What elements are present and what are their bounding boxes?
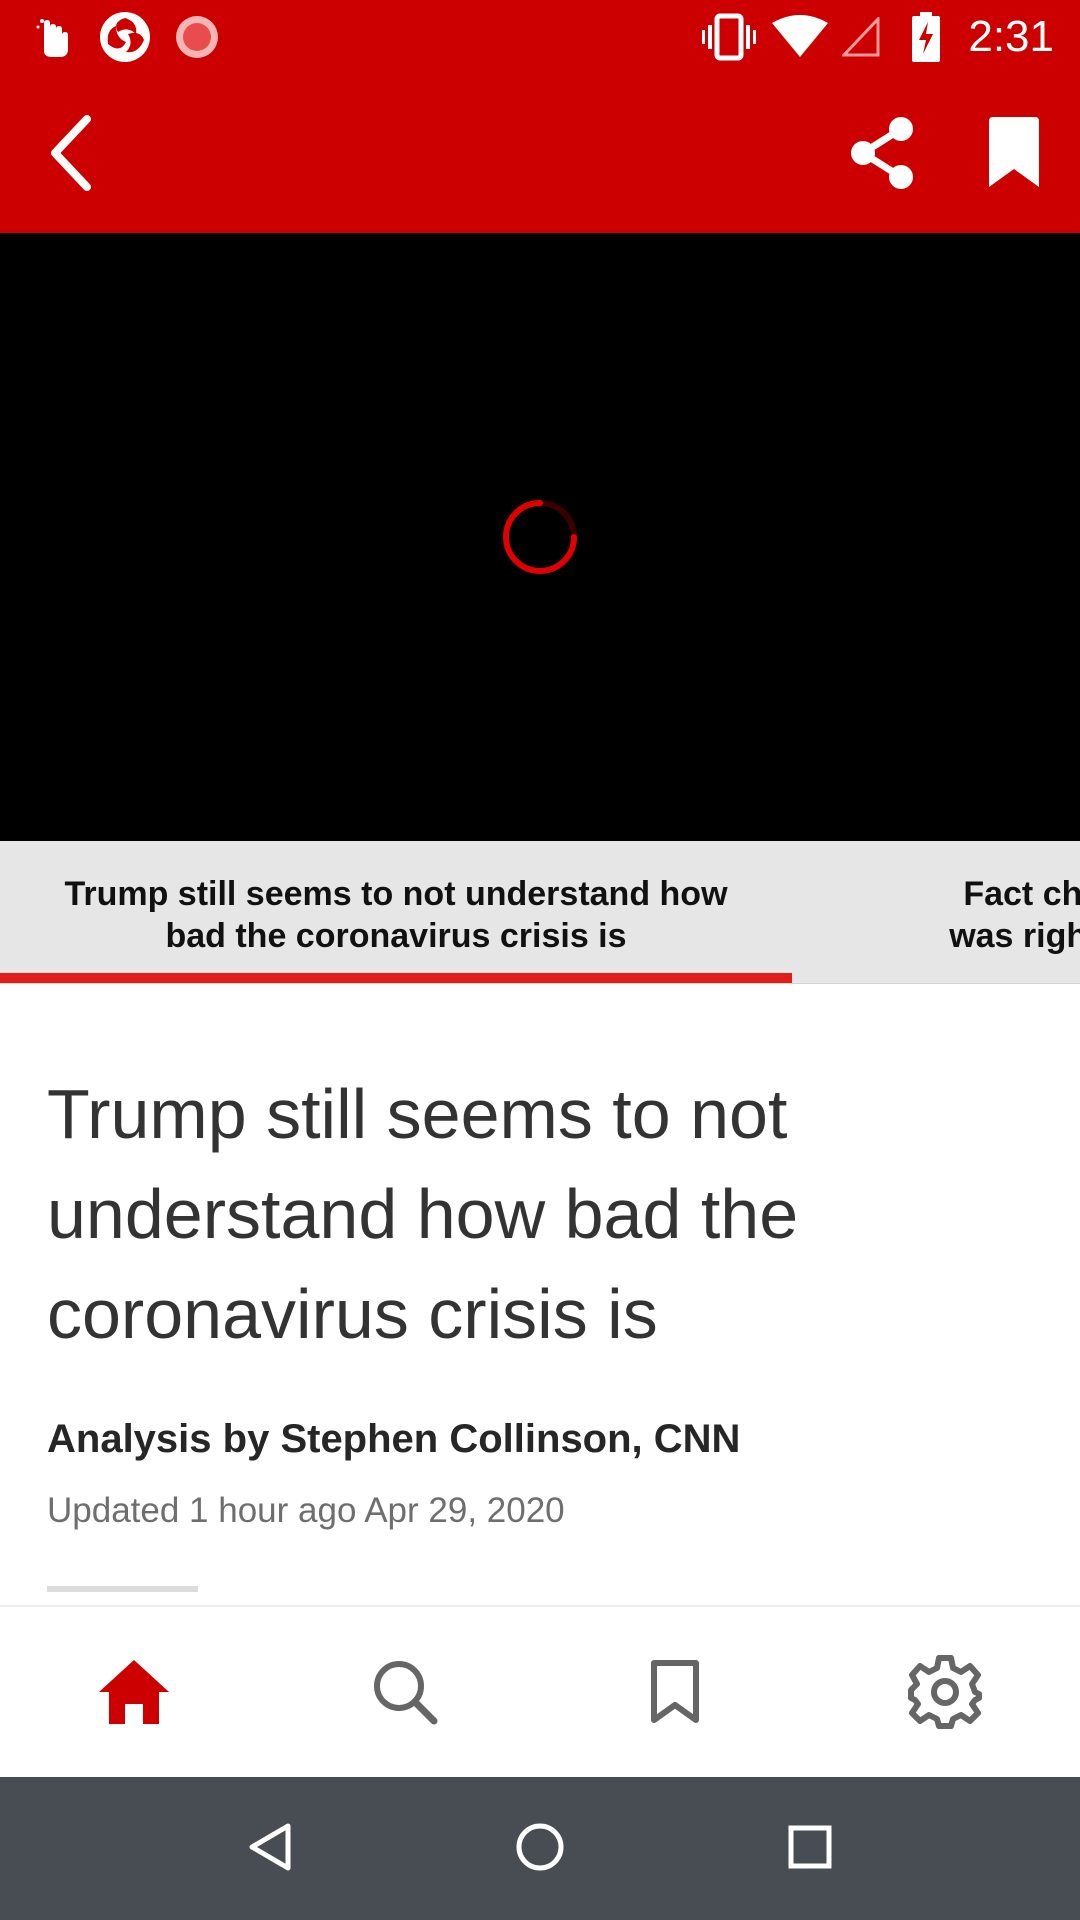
status-bar: 2:31 bbox=[0, 0, 1080, 75]
back-arrow-icon bbox=[45, 113, 95, 198]
bottom-navigation bbox=[0, 1605, 1080, 1777]
nav-search[interactable] bbox=[350, 1639, 460, 1749]
cell-signal-icon bbox=[842, 12, 880, 62]
system-recents-button[interactable] bbox=[770, 1809, 850, 1889]
carousel-item-title-line1: Trump still seems to not understand how bbox=[64, 875, 728, 913]
carousel-item-next[interactable]: Fact check: T was right when bbox=[822, 873, 1080, 957]
divider bbox=[47, 1586, 198, 1592]
status-time: 2:31 bbox=[968, 12, 1054, 61]
battery-charging-icon bbox=[912, 12, 940, 62]
recents-square-icon bbox=[788, 1825, 832, 1874]
system-home-button[interactable] bbox=[500, 1809, 580, 1889]
nav-home[interactable] bbox=[79, 1639, 189, 1749]
carousel-item-title-line1: Fact check: T bbox=[963, 875, 1080, 913]
nav-settings[interactable] bbox=[890, 1639, 1000, 1749]
carousel-active-indicator bbox=[0, 973, 792, 983]
nav-saved[interactable] bbox=[620, 1639, 730, 1749]
wifi-icon bbox=[772, 12, 828, 62]
back-triangle-icon bbox=[248, 1822, 292, 1877]
article-timestamp: Updated 1 hour ago Apr 29, 2020 bbox=[47, 1491, 565, 1530]
article-byline: Analysis by Stephen Collinson, CNN bbox=[47, 1417, 741, 1461]
share-icon bbox=[847, 115, 917, 196]
bookmark-outline-icon bbox=[649, 1659, 701, 1730]
app-bar bbox=[0, 75, 1080, 233]
home-icon bbox=[97, 1658, 171, 1731]
home-circle-icon bbox=[515, 1822, 565, 1877]
story-carousel: Trump still seems to not understand how … bbox=[0, 841, 1080, 984]
carousel-item-active[interactable]: Trump still seems to not understand how … bbox=[40, 873, 752, 957]
record-icon bbox=[174, 12, 220, 62]
bookmark-button[interactable] bbox=[964, 105, 1064, 205]
carousel-item-title-line2: was right when bbox=[949, 917, 1080, 955]
hand-icon bbox=[36, 12, 72, 62]
settings-gear-icon bbox=[907, 1654, 983, 1735]
search-icon bbox=[372, 1659, 438, 1730]
app-swirl-icon bbox=[98, 12, 152, 62]
article-headline: Trump still seems to not understand how … bbox=[47, 1075, 799, 1353]
bookmark-filled-icon bbox=[985, 116, 1043, 194]
back-button[interactable] bbox=[20, 105, 120, 205]
system-back-button[interactable] bbox=[230, 1809, 310, 1889]
vibrate-icon bbox=[702, 12, 756, 62]
share-button[interactable] bbox=[832, 105, 932, 205]
carousel-item-title-line2: bad the coronavirus crisis is bbox=[165, 917, 627, 955]
system-navigation-bar bbox=[0, 1777, 1080, 1920]
loading-spinner-icon bbox=[502, 499, 578, 575]
